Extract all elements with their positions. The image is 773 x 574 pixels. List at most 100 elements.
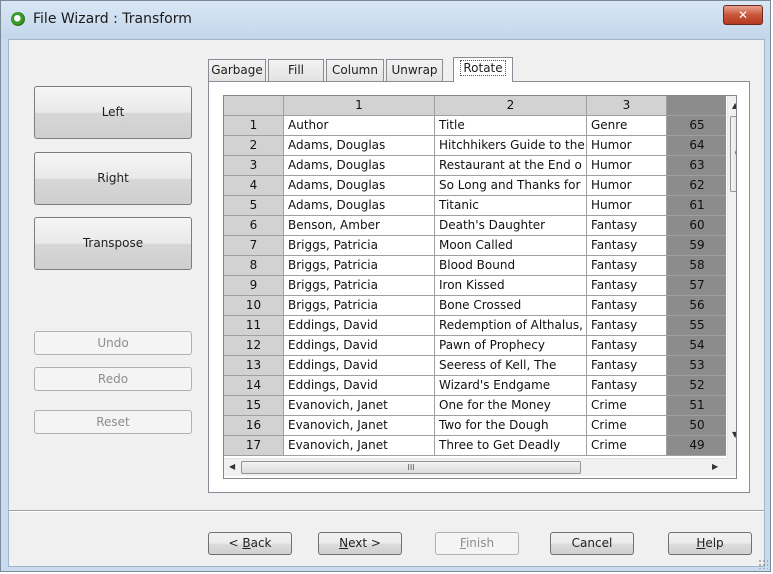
grid-viewport[interactable]: 1 2 3 1 Author Title Genre 65 2 Adams, Douglas… <box>224 96 726 456</box>
table-cell[interactable]: Briggs, Patricia <box>284 256 435 276</box>
table-cell[interactable]: Eddings, David <box>284 316 435 336</box>
table-cell[interactable]: Three to Get Deadly <box>435 436 587 456</box>
table-row[interactable]: 12 Eddings, David Pawn of Prophecy Fantasy 5… <box>224 336 726 356</box>
row-number-cell[interactable]: 5 <box>224 196 284 216</box>
table-row[interactable]: 4 Adams, Douglas So Long and Thanks for Hum… <box>224 176 726 196</box>
row-number-cell[interactable]: 4 <box>224 176 284 196</box>
table-cell[interactable]: 61 <box>667 196 726 216</box>
column-header[interactable]: 2 <box>435 96 587 116</box>
table-row[interactable]: 8 Briggs, Patricia Blood Bound Fantasy 58 <box>224 256 726 276</box>
row-number-cell[interactable]: 12 <box>224 336 284 356</box>
left-button[interactable]: Left <box>34 86 192 139</box>
table-cell[interactable]: 64 <box>667 136 726 156</box>
table-cell[interactable]: Benson, Amber <box>284 216 435 236</box>
back-button[interactable]: < Back <box>208 532 292 555</box>
column-header[interactable]: 1 <box>284 96 435 116</box>
table-cell[interactable]: So Long and Thanks for <box>435 176 587 196</box>
table-cell[interactable]: Iron Kissed <box>435 276 587 296</box>
table-cell[interactable]: One for the Money <box>435 396 587 416</box>
scroll-left-arrow-icon[interactable]: ◀ <box>229 462 235 471</box>
table-cell[interactable]: 57 <box>667 276 726 296</box>
table-cell[interactable]: Author <box>284 116 435 136</box>
table-cell[interactable]: Fantasy <box>587 276 667 296</box>
next-button[interactable]: Next > <box>318 532 402 555</box>
row-number-cell[interactable]: 16 <box>224 416 284 436</box>
table-cell[interactable]: 55 <box>667 316 726 336</box>
table-row[interactable]: 16 Evanovich, Janet Two for the Dough Crime… <box>224 416 726 436</box>
table-cell[interactable]: Blood Bound <box>435 256 587 276</box>
resize-grip-icon[interactable] <box>758 559 768 569</box>
table-cell[interactable]: Title <box>435 116 587 136</box>
row-number-cell[interactable]: 13 <box>224 356 284 376</box>
row-number-cell[interactable]: 6 <box>224 216 284 236</box>
table-cell[interactable]: Evanovich, Janet <box>284 416 435 436</box>
tab-garbage[interactable]: Garbage <box>208 59 266 81</box>
table-cell[interactable]: 54 <box>667 336 726 356</box>
row-number-cell[interactable]: 3 <box>224 156 284 176</box>
table-cell[interactable]: Briggs, Patricia <box>284 236 435 256</box>
table-cell[interactable]: Crime <box>587 436 667 456</box>
table-cell[interactable]: 60 <box>667 216 726 236</box>
vertical-scroll-thumb[interactable]: ≡ <box>730 116 736 192</box>
table-row[interactable]: 6 Benson, Amber Death's Daughter Fantasy 60 <box>224 216 726 236</box>
table-cell[interactable]: Pawn of Prophecy <box>435 336 587 356</box>
table-cell[interactable]: Moon Called <box>435 236 587 256</box>
table-row[interactable]: 15 Evanovich, Janet One for the Money Crime… <box>224 396 726 416</box>
finish-button[interactable]: Finish <box>435 532 519 555</box>
table-cell[interactable]: Adams, Douglas <box>284 176 435 196</box>
cancel-button[interactable]: Cancel <box>550 532 634 555</box>
table-cell[interactable]: 56 <box>667 296 726 316</box>
tab-fill[interactable]: Fill <box>268 59 324 81</box>
help-button[interactable]: Help <box>668 532 752 555</box>
row-number-cell[interactable]: 14 <box>224 376 284 396</box>
tab-unwrap[interactable]: Unwrap <box>386 59 443 81</box>
table-row[interactable]: 11 Eddings, David Redemption of Althalus, F… <box>224 316 726 336</box>
column-header[interactable]: 3 <box>587 96 667 116</box>
table-cell[interactable]: Crime <box>587 396 667 416</box>
table-cell[interactable]: Briggs, Patricia <box>284 276 435 296</box>
tab-rotate[interactable]: Rotate <box>453 57 513 82</box>
table-cell[interactable]: 59 <box>667 236 726 256</box>
table-cell[interactable]: Humor <box>587 196 667 216</box>
redo-button[interactable]: Redo <box>34 367 192 391</box>
table-cell[interactable]: Eddings, David <box>284 356 435 376</box>
table-cell[interactable]: Fantasy <box>587 256 667 276</box>
row-number-cell[interactable]: 17 <box>224 436 284 456</box>
table-row[interactable]: 5 Adams, Douglas Titanic Humor 61 <box>224 196 726 216</box>
table-cell[interactable]: Fantasy <box>587 356 667 376</box>
table-cell[interactable]: 51 <box>667 396 726 416</box>
horizontal-scroll-thumb[interactable]: III <box>241 461 581 474</box>
table-cell[interactable]: Fantasy <box>587 376 667 396</box>
row-number-cell[interactable]: 15 <box>224 396 284 416</box>
table-cell[interactable]: 50 <box>667 416 726 436</box>
table-cell[interactable]: Genre <box>587 116 667 136</box>
table-cell[interactable]: Adams, Douglas <box>284 136 435 156</box>
row-number-cell[interactable]: 2 <box>224 136 284 156</box>
table-cell[interactable]: Eddings, David <box>284 336 435 356</box>
table-cell[interactable]: 58 <box>667 256 726 276</box>
table-cell[interactable]: Eddings, David <box>284 376 435 396</box>
table-cell[interactable]: 52 <box>667 376 726 396</box>
table-cell[interactable]: 53 <box>667 356 726 376</box>
vertical-scrollbar[interactable]: ▲ ≡ ▼ <box>727 96 736 458</box>
table-cell[interactable]: Briggs, Patricia <box>284 296 435 316</box>
scroll-down-arrow-icon[interactable]: ▼ <box>732 430 736 439</box>
table-cell[interactable]: Fantasy <box>587 316 667 336</box>
table-cell[interactable]: Evanovich, Janet <box>284 436 435 456</box>
table-cell[interactable]: Two for the Dough <box>435 416 587 436</box>
table-cell[interactable]: Crime <box>587 416 667 436</box>
table-row[interactable]: 2 Adams, Douglas Hitchhikers Guide to the H… <box>224 136 726 156</box>
table-row[interactable]: 17 Evanovich, Janet Three to Get Deadly Cri… <box>224 436 726 456</box>
table-cell[interactable]: Evanovich, Janet <box>284 396 435 416</box>
table-cell[interactable]: Hitchhikers Guide to the <box>435 136 587 156</box>
table-row[interactable]: 1 Author Title Genre 65 <box>224 116 726 136</box>
row-number-cell[interactable]: 11 <box>224 316 284 336</box>
table-cell[interactable]: Titanic <box>435 196 587 216</box>
column-header[interactable] <box>667 96 726 116</box>
table-cell[interactable]: 63 <box>667 156 726 176</box>
table-cell[interactable]: Wizard's Endgame <box>435 376 587 396</box>
horizontal-scrollbar[interactable]: ◀ III ▶ <box>224 458 727 476</box>
table-row[interactable]: 9 Briggs, Patricia Iron Kissed Fantasy 57 <box>224 276 726 296</box>
scroll-up-arrow-icon[interactable]: ▲ <box>732 101 736 110</box>
table-cell[interactable]: Adams, Douglas <box>284 156 435 176</box>
